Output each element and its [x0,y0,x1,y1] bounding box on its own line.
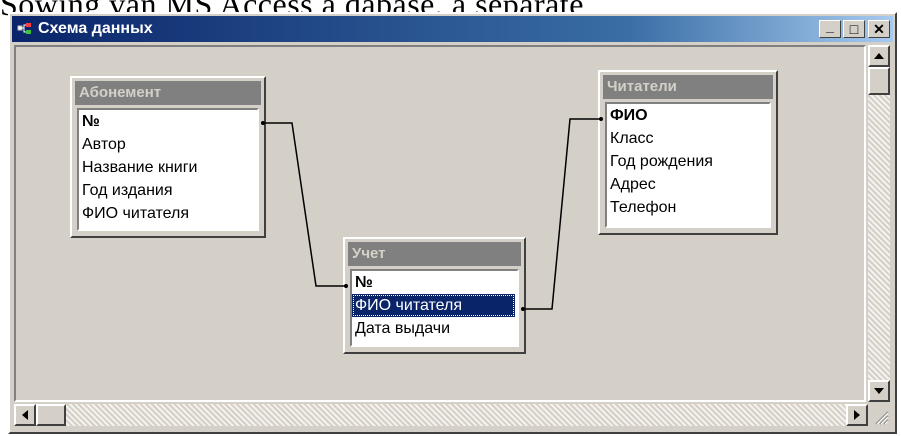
scroll-left-button[interactable] [14,404,36,426]
table-uchet[interactable]: Учет № ФИО читателя Дата выдачи [343,237,526,354]
horizontal-scroll-thumb[interactable] [36,404,66,426]
field-item[interactable]: Адрес [607,173,769,196]
field-item[interactable]: Дата выдачи [352,317,517,340]
arrow-left-icon [22,410,28,420]
field-item[interactable]: Год издания [79,179,257,202]
table-title[interactable]: Абонемент [75,81,261,105]
scroll-right-button[interactable] [846,404,868,426]
field-list[interactable]: ФИО Класс Год рождения Адрес Телефон [605,102,771,228]
field-item[interactable]: Название книги [79,156,257,179]
minimize-button[interactable]: _ [819,18,841,38]
arrow-down-icon [874,388,884,394]
field-item-key[interactable]: № [352,271,517,294]
maximize-icon: □ [849,21,859,37]
field-item[interactable]: Автор [79,133,257,156]
close-icon: ✕ [873,21,885,37]
field-item[interactable]: Класс [607,127,769,150]
arrow-up-icon [874,53,884,59]
field-item[interactable]: Телефон [607,196,769,219]
field-list[interactable]: № ФИО читателя Дата выдачи [350,269,519,347]
field-item[interactable]: Год рождения [607,150,769,173]
field-list[interactable]: № Автор Название книги Год издания ФИО ч… [77,108,259,231]
field-item-key[interactable]: № [79,110,257,133]
vertical-scroll-thumb[interactable] [868,67,890,95]
scroll-up-button[interactable] [868,45,890,67]
relationships-icon [17,23,31,34]
maximize-button[interactable]: □ [843,20,865,38]
table-abonement[interactable]: Абонемент № Автор Название книги Год изд… [70,76,266,238]
vertical-scrollbar[interactable] [868,45,890,402]
table-title[interactable]: Читатели [603,75,773,99]
window-title: Схема данных [38,20,153,37]
title-bar[interactable]: Схема данных _ □ ✕ [12,16,893,42]
resize-grip-icon [875,411,889,425]
table-chitateli[interactable]: Читатели ФИО Класс Год рождения Адрес Те… [598,70,778,235]
resize-grip[interactable] [868,404,890,426]
close-button[interactable]: ✕ [868,20,890,38]
field-item[interactable]: ФИО читателя [79,202,257,225]
arrow-right-icon [854,410,860,420]
scroll-down-button[interactable] [868,380,890,402]
field-item-key[interactable]: ФИО [607,104,769,127]
minimize-icon: _ [826,18,834,34]
table-title[interactable]: Учет [348,242,521,266]
horizontal-scrollbar[interactable] [14,404,868,426]
field-item-selected[interactable]: ФИО читателя [352,294,515,317]
